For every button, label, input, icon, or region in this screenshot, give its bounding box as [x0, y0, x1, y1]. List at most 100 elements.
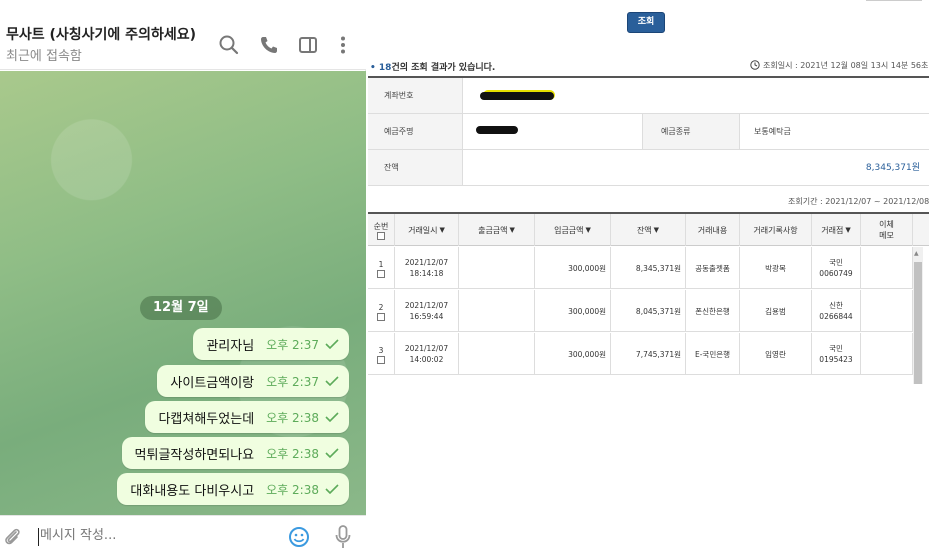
inquiry-time-text: 조회일시 : 2021년 12월 08일 13시 14분 56초 [763, 61, 929, 70]
column-withdraw-label: 출금금액 [478, 225, 508, 235]
phone-icon[interactable] [258, 34, 280, 56]
double-check-icon [325, 448, 339, 458]
clock-icon [750, 60, 760, 70]
cell-recorder: 박광복 [740, 247, 812, 289]
row-checkbox[interactable] [377, 269, 385, 278]
time-value: 14:00:02 [409, 355, 444, 364]
column-date[interactable]: 거래일시 ▼ [395, 214, 459, 246]
cell-withdraw [459, 247, 535, 289]
message-input[interactable] [40, 528, 240, 543]
column-content-label: 거래내용 [697, 225, 728, 235]
cell-content: E-국민은행 [686, 333, 740, 375]
cell-deposit: 300,000원 [535, 333, 611, 375]
message-text: 먹튀글작성하면되나요 [134, 447, 255, 463]
cell-memo [861, 290, 913, 332]
cell-date: 2021/12/07 16:59:44 [395, 290, 459, 332]
message-bubble[interactable]: 대화내용도 다비우시고 오후 2:38 [117, 473, 349, 505]
column-withdraw[interactable]: 출금금액 ▼ [459, 214, 535, 246]
cell-seq: 1 [368, 247, 395, 289]
cell-balance: 7,745,371원 [611, 333, 686, 375]
bullet: • [370, 63, 376, 73]
divider [866, 0, 922, 1]
balance-value: 8,345,371원 [865, 163, 920, 173]
seq-value: 3 [378, 345, 384, 355]
chat-window: 무사트 (사칭사기에 주의하세요) 최근에 접속함 12월 7일 관리자님 오후… [0, 0, 366, 556]
microphone-icon[interactable] [334, 524, 352, 550]
message-bubble[interactable]: 사이트금액이랑 오후 2:37 [157, 365, 349, 397]
message-text: 다캡쳐해두었는데 [158, 411, 255, 427]
cell-seq: 3 [368, 333, 395, 375]
time-value: 18:14:18 [409, 269, 444, 278]
cell-withdraw [459, 333, 535, 375]
select-all-checkbox[interactable] [377, 231, 385, 240]
row-checkbox[interactable] [377, 355, 385, 364]
chat-title[interactable]: 무사트 (사칭사기에 주의하세요) [6, 24, 196, 44]
cell-deposit: 300,000원 [535, 247, 611, 289]
branch-code: 0266844 [819, 312, 853, 321]
branch-name: 국민 [829, 258, 843, 267]
message-bubble[interactable]: 관리자님 오후 2:37 [193, 328, 349, 360]
branch-name: 국민 [829, 344, 843, 353]
text-cursor [38, 528, 39, 546]
column-memo-label-2: 메모 [879, 231, 894, 240]
column-seq: 순번 [368, 214, 395, 246]
branch-name: 신한 [829, 301, 843, 310]
chat-status: 최근에 접속함 [6, 49, 82, 64]
cell-date: 2021/12/07 14:00:02 [395, 333, 459, 375]
sidebar-toggle-icon[interactable] [297, 34, 319, 56]
message-bubble[interactable]: 먹튀글작성하면되나요 오후 2:38 [121, 437, 349, 469]
account-type-value: 보통예탁금 [754, 127, 791, 136]
transaction-table: 순번 거래일시▼ 출금금액▼ 입금금액▼ 잔액▼ 거래내용 거래기록사항 [368, 212, 929, 384]
cell-branch: 국민 0060749 [812, 247, 861, 289]
emoji-icon[interactable] [288, 526, 310, 548]
cell-recorder: 임영란 [740, 333, 812, 375]
message-text: 대화내용도 다비우시고 [130, 483, 255, 499]
inquiry-period: 조회기간 : 2021/12/07 ~ 2021/12/08 [788, 197, 929, 206]
redaction-mark [480, 92, 554, 100]
search-icon[interactable] [218, 34, 240, 56]
sort-down-icon: ▼ [585, 225, 591, 234]
scroll-up-icon[interactable]: ▲ [914, 250, 919, 257]
paperclip-icon[interactable] [2, 526, 22, 548]
cell-balance: 8,345,371원 [611, 247, 686, 289]
owner-label: 예금주명 [368, 114, 463, 149]
owner-row: 예금주명 예금종류 보통예탁금 [368, 114, 929, 150]
cell-content: 폰신한은행 [686, 290, 740, 332]
date-separator: 12월 7일 [140, 296, 222, 320]
sort-down-icon: ▼ [439, 225, 445, 234]
message-time: 오후 2:38 [266, 446, 319, 461]
inquiry-button[interactable]: 조회 [627, 12, 665, 33]
cell-withdraw [459, 290, 535, 332]
column-seq-label: 순번 [373, 221, 389, 231]
result-count: 18 [378, 63, 392, 73]
result-text: 건의 조회 결과가 있습니다. [391, 63, 496, 73]
chat-header: 무사트 (사칭사기에 주의하세요) 최근에 접속함 [0, 0, 366, 70]
column-recorder-label: 거래기록사항 [753, 225, 798, 235]
cell-branch: 신한 0266844 [812, 290, 861, 332]
inquiry-time: 조회일시 : 2021년 12월 08일 13시 14분 56초 [750, 60, 929, 71]
sort-down-icon: ▼ [653, 225, 660, 234]
table-row[interactable]: 3 2021/12/07 14:00:02 300,000원 7,745,371… [368, 333, 913, 375]
redaction-mark [476, 126, 518, 134]
cell-memo [861, 247, 913, 289]
table-row[interactable]: 1 2021/12/07 18:14:18 300,000원 8,345,371… [368, 247, 913, 289]
column-deposit[interactable]: 입금금액 ▼ [535, 214, 611, 246]
scrollbar-thumb[interactable] [914, 262, 922, 384]
message-time: 오후 2:37 [266, 374, 319, 389]
message-bubble[interactable]: 다캡쳐해두었는데 오후 2:38 [145, 401, 349, 433]
column-branch[interactable]: 거래점 ▼ [812, 214, 861, 246]
message-composer [0, 515, 366, 556]
more-vert-icon[interactable] [332, 34, 354, 56]
column-memo: 이체 메모 [861, 214, 913, 246]
column-balance[interactable]: 잔액 ▼ [611, 214, 686, 246]
row-checkbox[interactable] [377, 312, 385, 321]
sort-down-icon: ▼ [845, 225, 851, 234]
message-time: 오후 2:37 [266, 337, 319, 352]
bank-inquiry-panel: 조회 • 18건의 조회 결과가 있습니다. 조회일시 : 2021년 12월 … [368, 0, 929, 556]
cell-branch: 국민 0195423 [812, 333, 861, 375]
cell-date: 2021/12/07 18:14:18 [395, 247, 459, 289]
message-time: 오후 2:38 [266, 410, 319, 425]
table-row[interactable]: 2 2021/12/07 16:59:44 300,000원 8,045,371… [368, 290, 913, 332]
message-text: 관리자님 [206, 338, 255, 354]
column-deposit-label: 입금금액 [554, 225, 584, 235]
